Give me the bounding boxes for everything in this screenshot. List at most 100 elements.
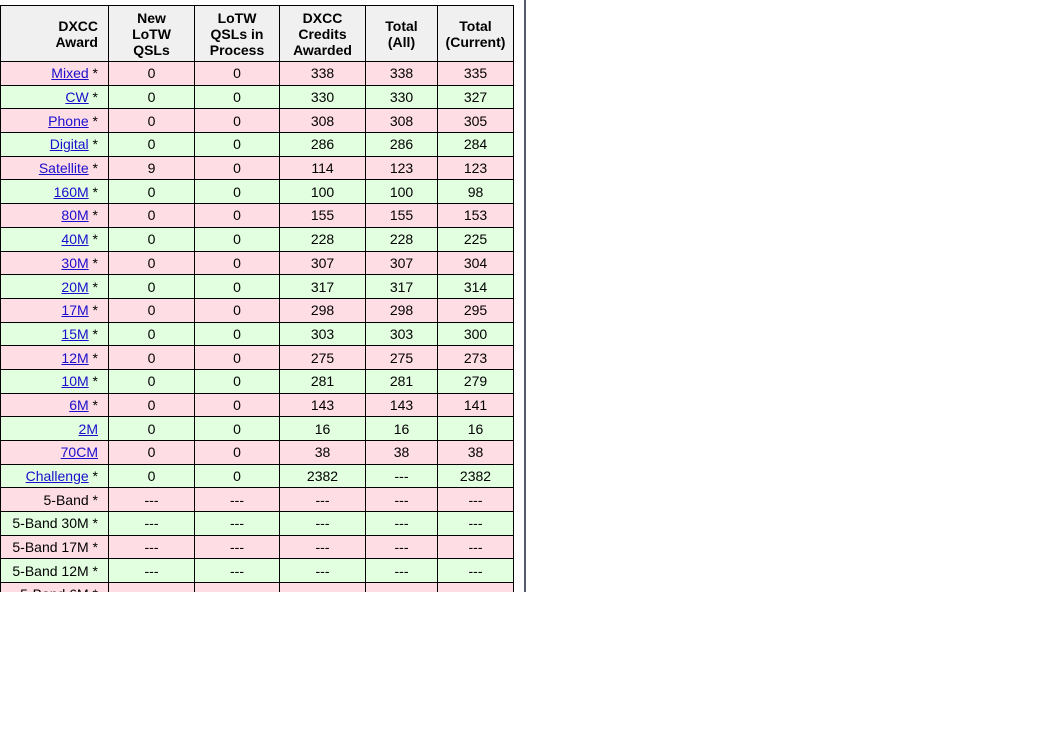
total-current-cell: 2382 (437, 463, 514, 489)
new-qsls-cell: 0 (108, 61, 195, 86)
new-qsls-cell: 0 (108, 392, 195, 418)
header-total-all: Total (All) (365, 5, 438, 62)
in-process-cell: --- (194, 511, 280, 536)
credits-cell: --- (279, 582, 366, 592)
in-process-cell: 0 (194, 392, 280, 418)
credits-cell: 143 (279, 392, 366, 418)
award-cell: 70CM (0, 440, 109, 465)
award-link[interactable]: 20M (61, 279, 88, 295)
total-all-cell: 100 (365, 179, 438, 205)
award-link[interactable]: CW (65, 89, 88, 105)
award-link[interactable]: Phone (48, 113, 88, 129)
new-qsls-cell: 0 (108, 440, 195, 465)
total-all-cell: 123 (365, 155, 438, 181)
award-link[interactable]: Digital (50, 136, 89, 152)
new-qsls-cell: 9 (108, 155, 195, 181)
award-suffix: * (88, 349, 98, 366)
total-current-cell: 123 (437, 155, 514, 181)
total-all-cell: --- (365, 582, 438, 592)
total-all-cell: 330 (365, 84, 438, 110)
total-current-cell: 284 (437, 132, 514, 157)
credits-cell: --- (279, 558, 366, 584)
award-link[interactable]: 6M (69, 397, 88, 413)
award-link[interactable]: 17M (61, 302, 88, 318)
total-all-cell: 275 (365, 345, 438, 370)
award-name: 5-Band 6M (20, 586, 88, 592)
header-line: DXCC (58, 17, 98, 34)
new-qsls-cell: --- (108, 534, 195, 560)
total-all-cell: --- (365, 511, 438, 536)
award-cell: 40M * (0, 226, 109, 252)
new-qsls-cell: --- (108, 511, 195, 536)
total-current-cell: 295 (437, 297, 514, 323)
total-current-cell: 327 (437, 84, 514, 110)
table-row: Digital * 0 0 286 286 284 (0, 132, 514, 157)
in-process-cell: --- (194, 534, 280, 560)
credits-cell: 16 (279, 416, 366, 441)
header-line: Award (55, 33, 98, 50)
award-link[interactable]: Satellite (39, 160, 89, 176)
award-suffix: * (89, 586, 98, 592)
total-all-cell: 155 (365, 203, 438, 228)
award-cell: 12M * (0, 345, 109, 370)
in-process-cell: 0 (194, 416, 280, 441)
total-current-cell: 153 (437, 203, 514, 228)
total-all-cell: --- (365, 534, 438, 560)
table-header-row: DXCC Award New LoTW QSLs LoTW QSLs in Pr… (0, 5, 514, 62)
table-row: Phone * 0 0 308 308 305 (0, 108, 514, 134)
new-qsls-cell: 0 (108, 108, 195, 134)
award-link[interactable]: Mixed (51, 65, 88, 81)
award-link[interactable]: 80M (61, 207, 88, 223)
table-row: 10M * 0 0 281 281 279 (0, 368, 514, 394)
in-process-cell: 0 (194, 203, 280, 228)
award-link[interactable]: 15M (61, 326, 88, 342)
award-suffix: * (88, 65, 98, 82)
award-suffix: * (88, 562, 98, 579)
award-link[interactable]: 70CM (61, 444, 98, 460)
award-cell: 6M * (0, 392, 109, 418)
credits-cell: 2382 (279, 463, 366, 489)
award-cell: 160M * (0, 179, 109, 205)
header-line: Credits (298, 25, 347, 42)
credits-cell: --- (279, 534, 366, 560)
award-cell: 20M * (0, 274, 109, 299)
new-qsls-cell: 0 (108, 179, 195, 205)
award-suffix: * (88, 254, 98, 271)
credits-cell: 307 (279, 250, 366, 276)
table-row: Satellite * 9 0 114 123 123 (0, 155, 514, 181)
award-cell: CW * (0, 84, 109, 110)
award-suffix: * (88, 539, 98, 556)
award-link[interactable]: 10M (61, 373, 88, 389)
award-link[interactable]: 40M (61, 231, 88, 247)
total-current-cell: 335 (437, 61, 514, 86)
award-suffix: * (88, 160, 98, 177)
credits-cell: 281 (279, 368, 366, 394)
header-line: (Current) (445, 33, 506, 50)
credits-cell: 286 (279, 132, 366, 157)
table-row: 5-Band 30M * --- --- --- --- --- (0, 511, 514, 536)
award-cell: 5-Band 17M * (0, 534, 109, 560)
award-link[interactable]: 160M (54, 184, 89, 200)
award-link[interactable]: 12M (61, 350, 88, 366)
award-cell: 30M * (0, 250, 109, 276)
table-row: 160M * 0 0 100 100 98 (0, 179, 514, 205)
new-qsls-cell: 0 (108, 132, 195, 157)
award-suffix: * (88, 231, 98, 248)
award-link[interactable]: Challenge (26, 468, 89, 484)
table-row: 70CM 0 0 38 38 38 (0, 440, 514, 465)
header-line: LoTW (132, 25, 171, 42)
total-all-cell: 317 (365, 274, 438, 299)
new-qsls-cell: 0 (108, 297, 195, 323)
table-row: 15M * 0 0 303 303 300 (0, 321, 514, 347)
in-process-cell: 0 (194, 226, 280, 252)
table-row: 17M * 0 0 298 298 295 (0, 297, 514, 323)
award-link[interactable]: 30M (61, 255, 88, 271)
total-all-cell: --- (365, 558, 438, 584)
header-line: Awarded (293, 41, 352, 58)
header-dxcc-credits-awarded: DXCC Credits Awarded (279, 5, 366, 62)
total-current-cell: --- (437, 534, 514, 560)
award-link[interactable]: 2M (79, 421, 98, 437)
credits-cell: 308 (279, 108, 366, 134)
table-row: 6M * 0 0 143 143 141 (0, 392, 514, 418)
award-cell: 17M * (0, 297, 109, 323)
